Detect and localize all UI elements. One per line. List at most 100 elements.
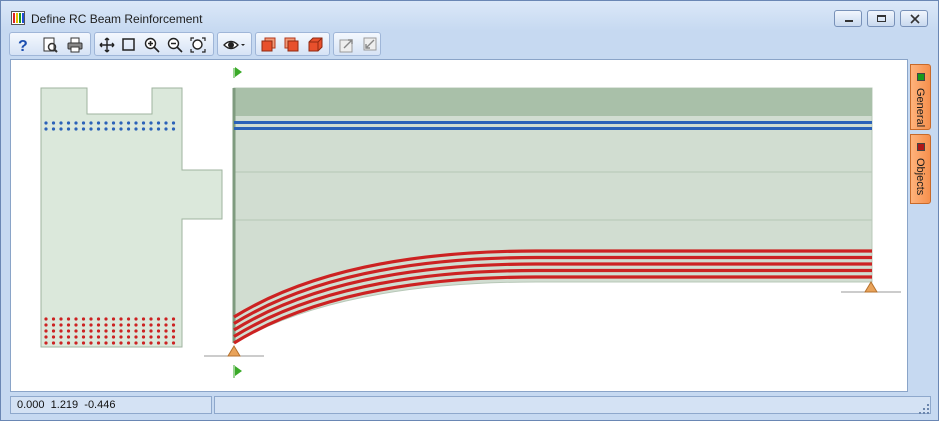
section-top-bar bbox=[149, 127, 153, 131]
beam-elevation[interactable] bbox=[233, 87, 873, 344]
section-bottom-bar bbox=[51, 341, 56, 345]
section-top-bar bbox=[134, 121, 138, 125]
zoom-out-button[interactable] bbox=[165, 35, 185, 55]
print-icon bbox=[67, 37, 83, 53]
export-button[interactable] bbox=[337, 35, 357, 55]
zoom-extents-button[interactable] bbox=[188, 35, 208, 55]
section-bottom-bar bbox=[171, 335, 176, 339]
section-top-bar bbox=[51, 121, 56, 125]
pan-button[interactable] bbox=[97, 35, 117, 55]
print-preview-button[interactable] bbox=[40, 35, 60, 55]
section-bottom-bar bbox=[44, 335, 48, 339]
section-bottom-bar bbox=[44, 341, 48, 345]
maximize-icon bbox=[877, 15, 886, 22]
help-icon: ? bbox=[18, 38, 28, 53]
section-bottom-bar bbox=[81, 317, 86, 321]
section-bottom-bar bbox=[164, 341, 168, 345]
tab-general[interactable]: General bbox=[910, 64, 931, 130]
section-top-bar bbox=[141, 127, 146, 131]
section-bottom-bar bbox=[59, 329, 63, 333]
section-top-bar bbox=[149, 121, 153, 125]
iso-view-button[interactable] bbox=[305, 35, 325, 55]
window-title: Define RC Beam Reinforcement bbox=[31, 12, 203, 26]
section-bottom-bar bbox=[156, 335, 161, 339]
tab-objects-label: Objects bbox=[914, 158, 926, 196]
section-bottom-bar bbox=[141, 323, 146, 327]
cross-section[interactable] bbox=[40, 87, 223, 348]
tab-objects[interactable]: Objects bbox=[910, 134, 931, 204]
beam-drawing-area[interactable] bbox=[10, 59, 908, 392]
section-bottom-bar bbox=[126, 335, 131, 339]
section-top-bar bbox=[104, 127, 108, 131]
side-view-button[interactable] bbox=[282, 35, 302, 55]
zoom-in-button[interactable] bbox=[142, 35, 162, 55]
section-bottom-bar bbox=[111, 317, 116, 321]
front-view-button[interactable] bbox=[259, 35, 279, 55]
section-bottom-bar bbox=[74, 341, 78, 345]
section-bottom-bar bbox=[96, 323, 101, 327]
toolbar-group-view bbox=[94, 32, 214, 56]
section-top-bar bbox=[156, 127, 161, 131]
section-bottom-bar bbox=[66, 335, 71, 339]
section-bottom-bar bbox=[96, 335, 101, 339]
view-options-button[interactable] bbox=[221, 35, 249, 55]
minimize-icon bbox=[845, 20, 853, 22]
section-bottom-bar bbox=[89, 329, 93, 333]
toolbar-group-io bbox=[333, 32, 381, 56]
section-bottom-bar bbox=[51, 335, 56, 339]
import-button[interactable] bbox=[359, 35, 379, 55]
section-bottom-bar bbox=[74, 317, 78, 321]
cursor-coordinates: 0.000 1.219 -0.446 bbox=[17, 399, 116, 411]
help-button[interactable]: ? bbox=[13, 35, 33, 55]
section-top-bar bbox=[111, 127, 116, 131]
eye-icon bbox=[223, 40, 245, 50]
maximize-button[interactable] bbox=[867, 10, 895, 27]
section-top-bar bbox=[81, 127, 86, 131]
section-top-bar bbox=[164, 127, 168, 131]
section-bottom-bar bbox=[81, 335, 86, 339]
close-button[interactable] bbox=[900, 10, 928, 27]
minimize-button[interactable] bbox=[834, 10, 862, 27]
section-bottom-bar bbox=[156, 341, 161, 345]
zoom-extents-icon bbox=[190, 37, 206, 53]
section-bottom-bar bbox=[104, 335, 108, 339]
zoom-window-button[interactable] bbox=[119, 35, 139, 55]
section-top-bar bbox=[59, 121, 63, 125]
section-bottom-bar bbox=[149, 329, 153, 333]
section-bottom-bar bbox=[119, 341, 123, 345]
section-bottom-bar bbox=[51, 329, 56, 333]
title-bar[interactable]: Define RC Beam Reinforcement bbox=[1, 1, 938, 29]
beam-drawing[interactable] bbox=[11, 60, 907, 391]
left-support[interactable] bbox=[227, 345, 241, 357]
section-bottom-bar bbox=[156, 317, 161, 321]
right-support[interactable] bbox=[864, 281, 878, 293]
section-top-bar bbox=[126, 127, 131, 131]
section-bottom-bar bbox=[126, 317, 131, 321]
section-top-bar bbox=[126, 121, 131, 125]
resize-grip-icon[interactable] bbox=[917, 402, 931, 416]
section-bottom-bar bbox=[164, 317, 168, 321]
section-bottom-bar bbox=[51, 317, 56, 321]
print-button[interactable] bbox=[65, 35, 85, 55]
close-icon bbox=[910, 14, 920, 24]
section-top-bar bbox=[66, 127, 71, 131]
status-coordinates-pane: 0.000 1.219 -0.446 bbox=[10, 396, 212, 414]
section-bottom-bar bbox=[171, 329, 176, 333]
section-bottom-bar bbox=[104, 323, 108, 327]
section-top-bar bbox=[89, 127, 93, 131]
section-bottom-bar bbox=[104, 317, 108, 321]
iso-view-icon bbox=[308, 37, 323, 52]
section-top-bar bbox=[111, 121, 116, 125]
section-marker-bottom[interactable] bbox=[235, 366, 242, 376]
tab-general-label: General bbox=[914, 88, 926, 128]
section-marker-top[interactable] bbox=[235, 67, 242, 77]
section-bottom-bar bbox=[126, 323, 131, 327]
section-top-bar bbox=[44, 127, 48, 131]
section-bottom-bar bbox=[44, 329, 48, 333]
section-bottom-bar bbox=[134, 317, 138, 321]
section-bottom-bar bbox=[96, 341, 101, 345]
section-top-bar bbox=[96, 121, 101, 125]
section-top-bar bbox=[104, 121, 108, 125]
top-bar bbox=[234, 127, 872, 130]
section-bottom-bar bbox=[141, 341, 146, 345]
